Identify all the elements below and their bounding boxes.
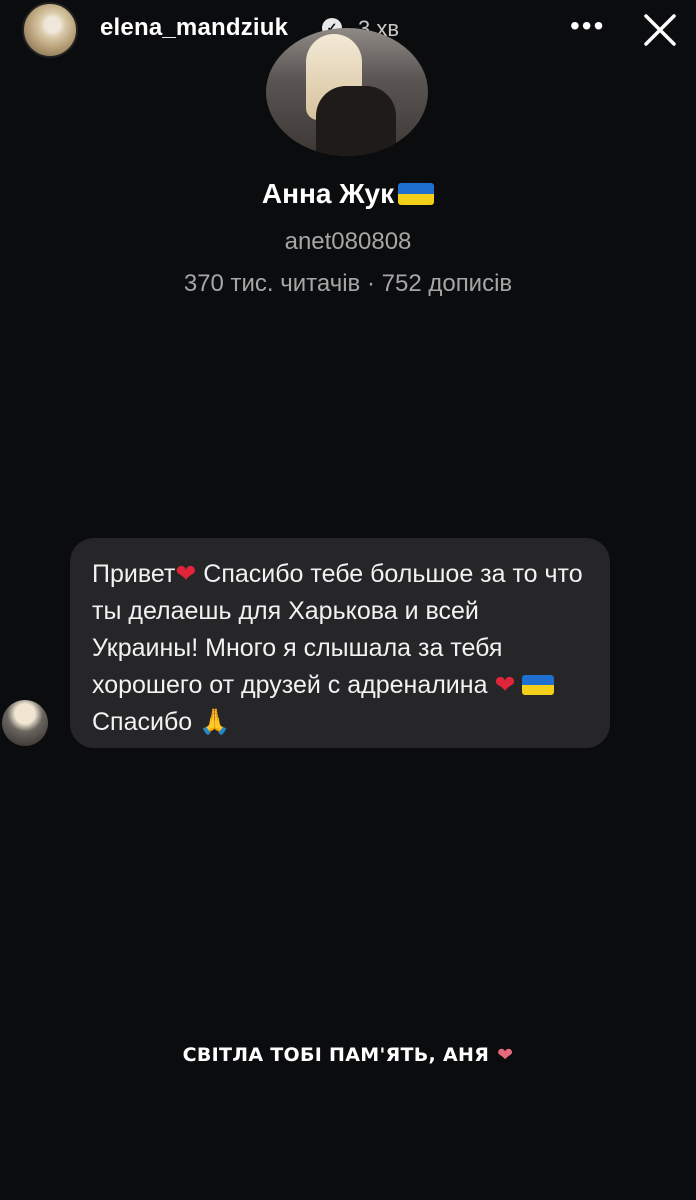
message-part-3: Спасибо — [92, 708, 200, 736]
red-heart-icon: ❤ — [175, 560, 197, 588]
ukraine-flag-icon — [522, 675, 555, 695]
message-sender-avatar — [2, 700, 48, 746]
message-text: Привет❤ Спасибо тебе большое за то что т… — [92, 556, 590, 741]
message-part-1: Привет — [92, 560, 176, 588]
folded-hands-icon: 🙏 — [199, 708, 231, 736]
profile-avatar — [266, 28, 428, 156]
story-screen: elena_mandziuk ✓ 3 хв ••• Анна Жук anet0… — [0, 0, 696, 1200]
message-bubble: Привет❤ Спасибо тебе большое за то что т… — [70, 538, 610, 748]
red-heart-icon: ❤ — [494, 671, 516, 699]
profile-name-text: Анна Жук — [261, 178, 395, 209]
profile-handle: anet080808 — [284, 228, 412, 255]
story-caption: СВІТЛА ТОБІ ПАМ'ЯТЬ, АНЯ ❤ — [0, 1044, 696, 1066]
profile-name: Анна Жук — [0, 178, 696, 210]
profile-stats: 370 тис. читачів · 752 дописів — [183, 270, 513, 297]
ukraine-flag-icon — [398, 183, 435, 205]
caption-text: СВІТЛА ТОБІ ПАМ'ЯТЬ, АНЯ — [182, 1044, 490, 1066]
close-icon[interactable] — [638, 8, 682, 52]
heart-icon: ❤ — [497, 1044, 514, 1066]
story-author-username[interactable]: elena_mandziuk — [100, 14, 288, 42]
story-author-avatar[interactable] — [22, 2, 78, 58]
more-horizontal-icon[interactable]: ••• — [570, 10, 605, 42]
